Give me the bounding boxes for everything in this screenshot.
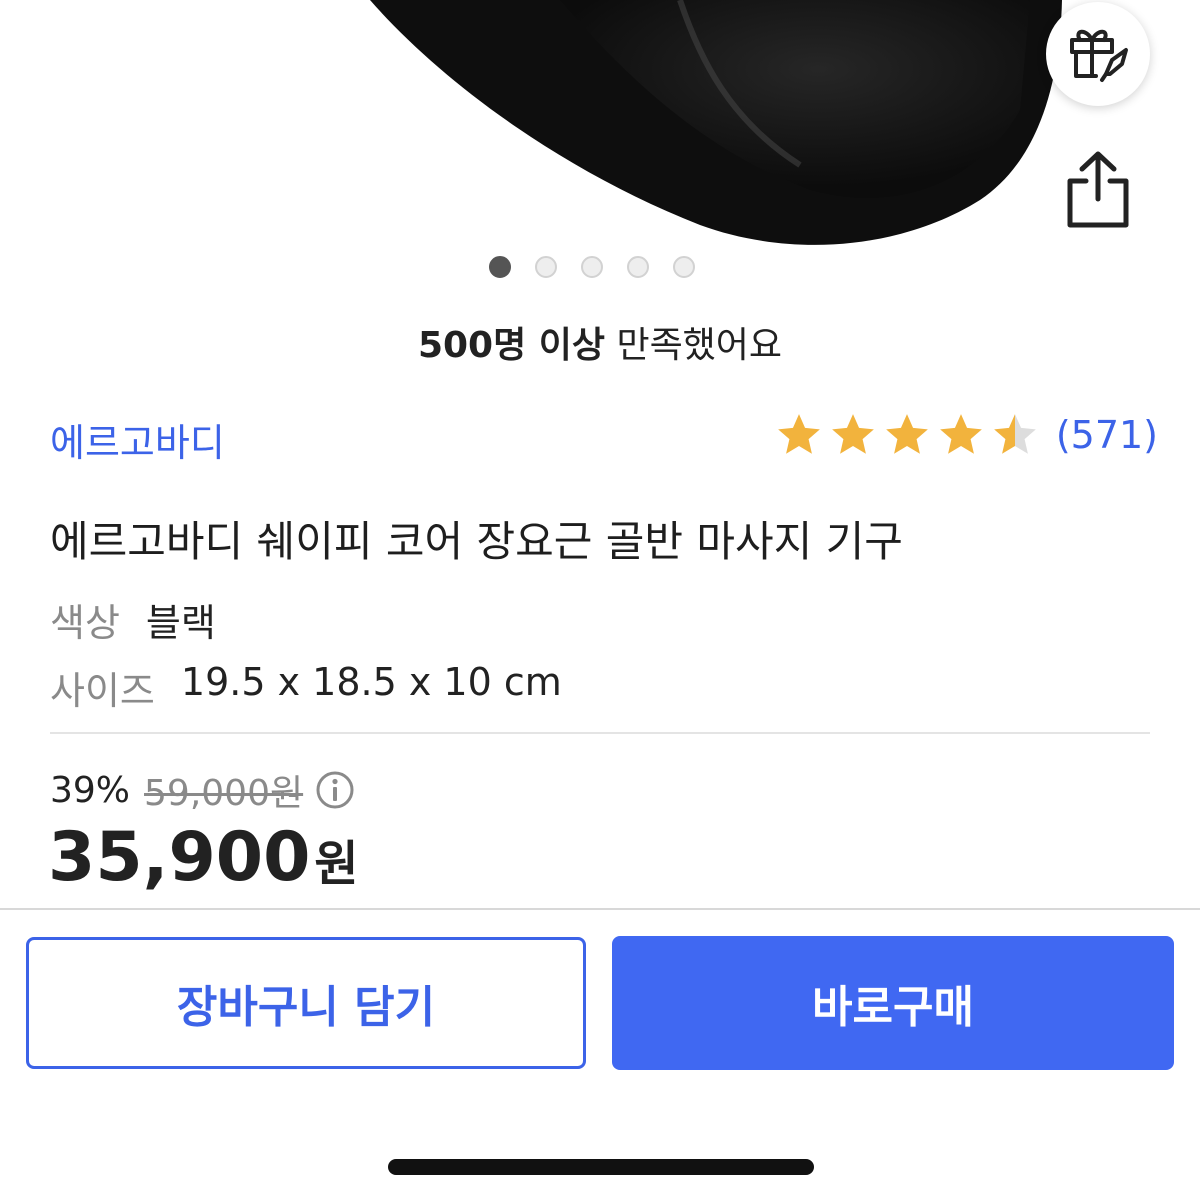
spec-size-label: 사이즈 (50, 669, 155, 713)
satisfaction-count: 500명 이상 (417, 325, 605, 366)
divider (50, 732, 1150, 734)
spec-size-value: 19.5 x 18.5 x 10 cm (180, 660, 562, 704)
spec-color-value: 블랙 (145, 601, 216, 645)
brand-link[interactable]: 에르고바디 (50, 412, 225, 467)
spec-color: 색상 블랙 (50, 592, 216, 647)
carousel-dot-2[interactable] (535, 256, 557, 278)
product-image[interactable] (0, 0, 1200, 300)
sale-price-value: 35,900 (48, 818, 311, 897)
half-star-icon (993, 414, 1036, 454)
discount-row: 39% 59,000원 (50, 764, 355, 816)
spec-size: 사이즈 19.5 x 18.5 x 10 cm (50, 660, 562, 715)
satisfaction-text: 만족했어요 (605, 325, 783, 366)
discount-rate: 39% (50, 769, 131, 811)
star-icon (939, 414, 982, 454)
rating[interactable]: (571) (774, 410, 1158, 460)
price-unit: 원 (314, 836, 359, 892)
review-count[interactable]: (571) (1056, 413, 1158, 457)
star-icon (885, 414, 928, 454)
buy-now-button[interactable]: 바로구매 (612, 936, 1174, 1070)
original-price: 59,000원 (144, 773, 304, 814)
product-title: 에르고바디 쉐이피 코어 장요근 골반 마사지 기구 (50, 517, 903, 566)
gift-button[interactable] (1046, 2, 1150, 106)
spec-color-label: 색상 (50, 601, 120, 645)
satisfaction-banner: 500명 이상 만족했어요 (0, 316, 1200, 368)
carousel-dot-3[interactable] (581, 256, 603, 278)
carousel-dot-1[interactable] (489, 256, 511, 278)
info-icon[interactable] (315, 770, 355, 810)
sale-price: 35,900원 (48, 818, 359, 897)
home-indicator[interactable] (388, 1159, 814, 1175)
share-icon (1062, 149, 1134, 233)
gift-rocket-icon (1066, 20, 1130, 88)
carousel-indicator (489, 256, 695, 278)
carousel-dot-5[interactable] (673, 256, 695, 278)
share-button[interactable] (1056, 146, 1140, 236)
star-icon (777, 414, 820, 454)
add-to-cart-button[interactable]: 장바구니 담기 (26, 937, 586, 1069)
carousel-dot-4[interactable] (627, 256, 649, 278)
star-icon (831, 414, 874, 454)
star-rating (774, 410, 1040, 460)
